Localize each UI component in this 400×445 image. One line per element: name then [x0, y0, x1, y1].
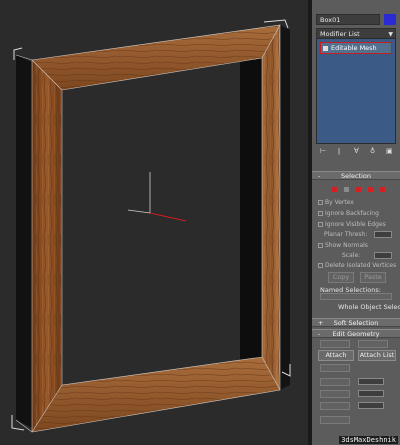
- element-icon[interactable]: [380, 187, 385, 192]
- chamfer-button[interactable]: [320, 416, 350, 424]
- option-show-normals[interactable]: Show Normals: [318, 242, 368, 249]
- pin-stack-icon[interactable]: ⊢: [320, 147, 326, 155]
- checkbox[interactable]: [318, 200, 323, 205]
- modifier-list-label: Modifier List: [320, 30, 360, 38]
- viewport-scene: [11, 19, 291, 433]
- create-button[interactable]: [320, 340, 350, 348]
- stack-item-editable-mesh[interactable]: Editable Mesh: [320, 42, 392, 54]
- frame-opening: [62, 58, 262, 385]
- configure-sets-icon[interactable]: ▣: [386, 147, 393, 155]
- rollout-toggle-icon: -: [318, 330, 321, 338]
- scale-label: Scale:: [342, 252, 361, 259]
- rollout-soft-selection[interactable]: + Soft Selection: [312, 318, 400, 327]
- selection-status: Whole Object Selected: [338, 303, 400, 311]
- polygon-icon[interactable]: [368, 187, 373, 192]
- turn-button[interactable]: [320, 390, 350, 398]
- watermark: 3dsMaxDeshnik: [339, 436, 398, 444]
- make-unique-icon[interactable]: ∀: [354, 147, 359, 155]
- command-panel-modify: Box01 Modifier List ▼ Editable Mesh ⊢ ǀ …: [312, 0, 400, 445]
- planar-thresh-label: Planar Thresh:: [324, 231, 368, 238]
- rollout-title: Soft Selection: [333, 319, 379, 327]
- checkbox[interactable]: [318, 263, 323, 268]
- planar-thresh-spinner[interactable]: [374, 231, 392, 238]
- option-by-vertex[interactable]: By Vertex: [318, 199, 354, 206]
- divide-spinner[interactable]: [358, 378, 384, 385]
- rollout-selection[interactable]: - Selection: [312, 171, 400, 180]
- extrude-button[interactable]: [320, 402, 350, 410]
- divide-button[interactable]: [320, 378, 350, 386]
- rollout-toggle-icon: -: [318, 172, 321, 180]
- object-color-swatch[interactable]: [384, 14, 396, 25]
- option-delete-isolated[interactable]: Delete Isolated Vertices: [318, 262, 396, 269]
- remove-modifier-icon[interactable]: ♁: [370, 147, 375, 155]
- object-name-field[interactable]: Box01: [316, 14, 380, 25]
- extrude-spinner[interactable]: [358, 402, 384, 409]
- paste-button[interactable]: Paste: [360, 272, 386, 283]
- face-icon[interactable]: [356, 187, 361, 192]
- expand-icon[interactable]: [323, 46, 328, 51]
- option-ignore-visible-edges[interactable]: Ignore Visible Edges: [318, 221, 386, 228]
- rollout-title: Selection: [341, 172, 371, 180]
- stack-toolbar: ⊢ ǀ ∀ ♁ ▣: [316, 147, 398, 159]
- show-end-result-icon[interactable]: ǀ: [338, 147, 340, 155]
- max-window: Box01 Modifier List ▼ Editable Mesh ⊢ ǀ …: [0, 0, 400, 445]
- frame-right-side: [280, 25, 290, 390]
- checkbox[interactable]: [318, 243, 323, 248]
- rollout-toggle-icon: +: [318, 319, 324, 327]
- attach-button[interactable]: Attach: [318, 350, 354, 361]
- detach-button[interactable]: [320, 364, 350, 372]
- named-selection-buttons[interactable]: [320, 293, 392, 300]
- rollout-title: Edit Geometry: [332, 330, 380, 338]
- perspective-viewport[interactable]: [0, 0, 308, 445]
- scale-spinner[interactable]: [374, 252, 392, 259]
- modifier-stack[interactable]: Editable Mesh: [316, 38, 396, 144]
- checkbox[interactable]: [318, 222, 323, 227]
- attach-list-button[interactable]: Attach List: [358, 350, 396, 361]
- checkbox[interactable]: [318, 211, 323, 216]
- rollout-edit-geometry[interactable]: - Edit Geometry: [312, 329, 400, 338]
- vertex-icon[interactable]: [332, 187, 337, 192]
- copy-button[interactable]: Copy: [328, 272, 354, 283]
- delete-button[interactable]: [358, 340, 388, 348]
- turn-spinner[interactable]: [358, 390, 384, 397]
- option-ignore-backfacing[interactable]: Ignore Backfacing: [318, 210, 379, 217]
- edge-icon[interactable]: [344, 187, 349, 192]
- stack-item-label: Editable Mesh: [331, 44, 377, 52]
